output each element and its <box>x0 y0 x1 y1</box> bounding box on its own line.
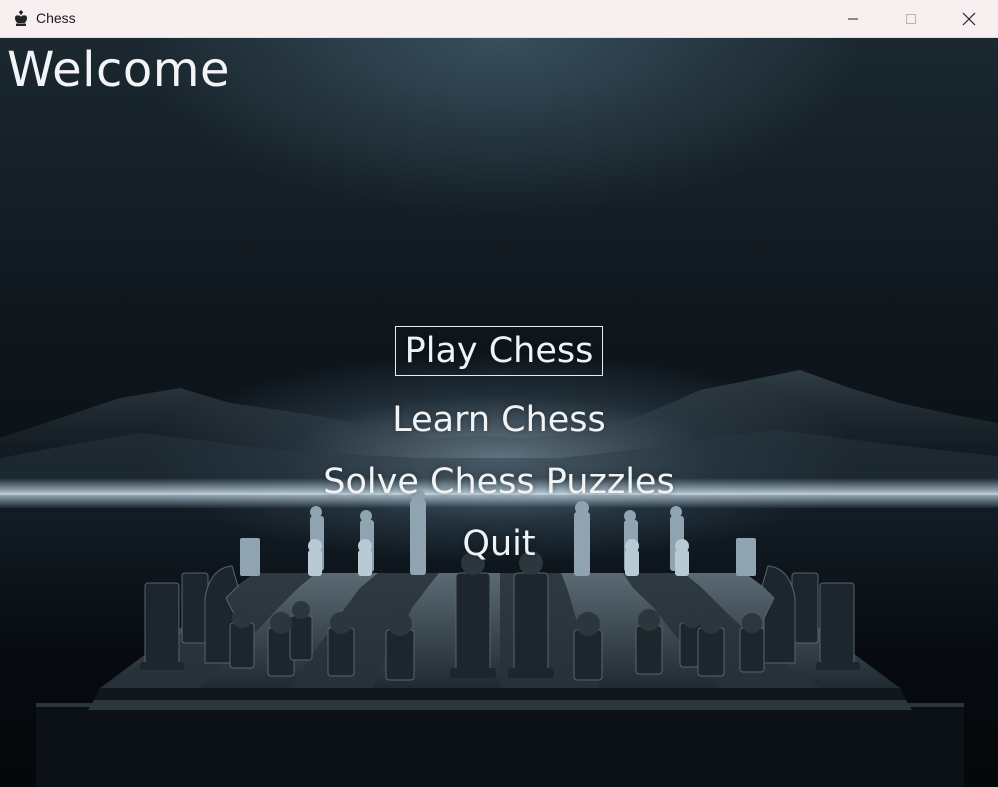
learn-chess-label: Learn Chess <box>392 400 606 440</box>
play-chess-label: Play Chess <box>394 326 604 376</box>
title-bar: Chess <box>0 0 998 38</box>
learn-chess-button[interactable]: Learn Chess <box>0 396 998 444</box>
main-menu-screen: Welcome Play Chess Learn Chess Solve Che… <box>0 38 998 787</box>
window-title: Chess <box>36 10 76 26</box>
minimize-icon <box>848 18 858 19</box>
minimize-button[interactable] <box>824 0 882 37</box>
play-chess-button[interactable]: Play Chess <box>0 326 998 376</box>
solve-chess-puzzles-label: Solve Chess Puzzles <box>323 462 675 502</box>
maximize-icon <box>906 13 916 24</box>
quit-label: Quit <box>462 524 536 564</box>
quit-button[interactable]: Quit <box>0 520 998 568</box>
chess-window: Chess Welcome Play Chess Learn Chess Sol… <box>0 0 998 787</box>
maximize-button[interactable] <box>882 0 940 37</box>
welcome-heading: Welcome <box>7 42 231 98</box>
chess-king-icon <box>15 10 27 26</box>
solve-chess-puzzles-button[interactable]: Solve Chess Puzzles <box>0 458 998 506</box>
close-button[interactable] <box>940 0 998 37</box>
close-icon <box>962 12 976 25</box>
